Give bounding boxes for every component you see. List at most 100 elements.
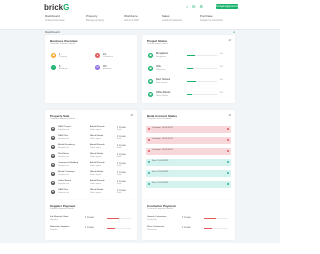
payment-row[interactable]: Mahendra Suppliers Supplier ₹ 25,000 [45, 226, 137, 235]
nav-purchase[interactable]: Purchase Supplier & Contractor [200, 14, 223, 22]
project-row[interactable]: ▣ Row Houses Row houses 0/0 [142, 77, 235, 89]
agent-role: Sales agent [90, 155, 101, 158]
bank-alert[interactable]: Due: 12-03-2021 [146, 170, 231, 177]
nav-sub: Supplier & Contractor [200, 19, 223, 22]
progress-bar [187, 68, 217, 69]
project-row[interactable]: ▣ Villa Villa plans 0/0 [142, 64, 235, 76]
filter-icon[interactable]: ● [233, 30, 235, 34]
amount: ₹ 25,000 [85, 227, 94, 229]
nav-workforce[interactable]: Workforce Admin & Staff [124, 14, 139, 22]
bell-icon[interactable]: ♪ [186, 4, 188, 9]
close-icon[interactable] [227, 161, 229, 163]
progress-bar [187, 94, 217, 95]
payment-progress [204, 218, 228, 219]
page: brickG Dashboard Analysis/Overview Proper… [0, 0, 280, 254]
card-subtitle: Complete business details [50, 42, 76, 45]
price-sub: Deal [117, 137, 122, 140]
project-sub: Row houses [156, 81, 168, 84]
building-icon: ▣ [51, 181, 55, 185]
close-icon[interactable] [227, 172, 229, 174]
building-icon: ▣ [51, 53, 56, 58]
alert-text: Overdue: 12-03-2021 [152, 127, 173, 129]
card-subtitle: Contractor payment details [147, 207, 174, 210]
table-row[interactable]: ▣ Plot Bharat Sample text Nilesh Mohite Sale… [45, 153, 137, 161]
nav-property[interactable]: Property Manage property [86, 14, 104, 22]
payment-row[interactable]: Sai Materials Store Supplier ₹ 25,000 [45, 216, 137, 225]
payment-row[interactable]: Shiva Contractors Contractor ₹ 25,000 [142, 226, 234, 235]
project-count: 0/0 [220, 66, 223, 68]
mail-icon[interactable]: ✉ [192, 4, 195, 9]
nav-label: Workforce [124, 14, 138, 18]
nav-label: Purchase [200, 14, 213, 18]
progress-bar [187, 55, 217, 56]
payment-row[interactable]: Ganesh Contractors Contractor ₹ 25,000 [142, 216, 234, 225]
bank-alert[interactable]: Overdue: 12-03-2021 [146, 148, 231, 155]
project-row[interactable]: ▣ Bungalows Bungalows 0/0 [142, 51, 235, 63]
bank-alert[interactable]: Due: 12-03-2021 [146, 181, 231, 188]
table-row[interactable]: ▣ 2BHK Flat Sample text Nilesh Mohite Sales … [45, 135, 137, 143]
building-icon: ▣ [51, 136, 55, 140]
project-count: 0/0 [220, 79, 223, 81]
table-row[interactable]: ▣ 1BHK Flat Sample text Nilesh Mohite Sales … [45, 189, 137, 197]
table-row[interactable]: ▣ Bhakti Chaitanya Sample text Nilesh Mohit… [45, 171, 137, 179]
table-row[interactable]: ▣ 1BHK Project Sample text Ashok Bhosale Sal… [45, 126, 137, 134]
close-icon[interactable] [227, 128, 229, 130]
project-status-card: Project Status Current project status Al… [142, 35, 235, 103]
bank-alert[interactable]: Overdue: 12-03-2021 [146, 137, 231, 144]
property-filter-dropdown[interactable]: All [130, 114, 133, 117]
top-icons: ♪ ✉ ⚙ [186, 4, 207, 9]
breadcrumb: Dashboard ● [45, 30, 235, 34]
table-row[interactable]: ▣ Lakhe Bharat Sample text Ashok Bhosale Sal… [45, 180, 137, 188]
bank-alert[interactable]: Due: 12-03-2021 [146, 159, 231, 166]
project-sub: Bungalows [156, 55, 167, 58]
alert-text: Due: 12-03-2021 [152, 171, 169, 173]
alert-icon [148, 161, 150, 163]
alert-icon [148, 183, 150, 185]
amount: ₹ 25,000 [182, 217, 191, 219]
property-sub: Sample text [58, 164, 69, 167]
payee-role: Supplier [50, 218, 58, 221]
alert-icon [148, 128, 150, 130]
property-sub: Sample text [58, 137, 69, 140]
project-row[interactable]: ▣ Office Blocks Office Blocks 0/0 [142, 90, 235, 102]
nav-dashboard[interactable]: Dashboard Analysis/Overview [45, 14, 65, 22]
building-icon: ▣ [148, 92, 153, 97]
close-icon[interactable] [227, 139, 229, 141]
close-icon[interactable] [227, 183, 229, 185]
property-sub: Sample text [58, 173, 69, 176]
user-menu[interactable]: brickgiant@gmail.com [216, 4, 240, 9]
price-sub: Deal [117, 191, 122, 194]
settings-icon[interactable]: ⚙ [199, 4, 203, 9]
stat-label: Buildings [59, 68, 68, 70]
business-overview-card: Business Overview Complete business deta… [45, 35, 137, 103]
property-sub: Sample text [58, 146, 69, 149]
property-sub: Sample text [58, 182, 69, 185]
nav-sales[interactable]: Sales Leads & Followups [162, 14, 182, 22]
price-sub: Deal [117, 173, 122, 176]
footer [0, 243, 280, 254]
alert-text: Due: 12-03-2021 [152, 160, 169, 162]
alert-text: Due: 12-03-2021 [152, 182, 169, 184]
alert-text: Overdue: 12-03-2021 [152, 149, 173, 151]
home-icon: ⌂ [51, 65, 56, 70]
payee-role: Supplier [50, 228, 58, 231]
project-filter-dropdown[interactable]: All [228, 39, 231, 42]
price-sub: Deal [117, 164, 122, 167]
agent-role: Sales agent [90, 137, 101, 140]
close-icon[interactable] [227, 150, 229, 152]
supplier-payment-card: Supplier Payment Supplier payment detail… [45, 200, 137, 240]
building-icon: ▣ [51, 127, 55, 131]
alert-icon [148, 139, 150, 141]
table-row[interactable]: ▣ Commercial Building Sample text Ashok Bho… [45, 162, 137, 170]
table-row[interactable]: ▣ Bhakti Residency Sample text Ashok Bhosal… [45, 144, 137, 152]
building-icon: ▣ [51, 172, 55, 176]
building-icon: ▣ [51, 154, 55, 158]
logo[interactable]: brickG [44, 3, 69, 12]
price-sub: Deal [117, 128, 122, 131]
nav-sub: Manage property [86, 19, 105, 22]
bank-filter-dropdown[interactable]: All [228, 114, 231, 117]
property-sale-card: Property Sale Complete property details … [45, 110, 137, 202]
bank-alert[interactable]: Overdue: 12-03-2021 [146, 126, 231, 133]
payee-name: Sai Materials Store [50, 216, 69, 218]
building-icon: ▣ [51, 145, 55, 149]
